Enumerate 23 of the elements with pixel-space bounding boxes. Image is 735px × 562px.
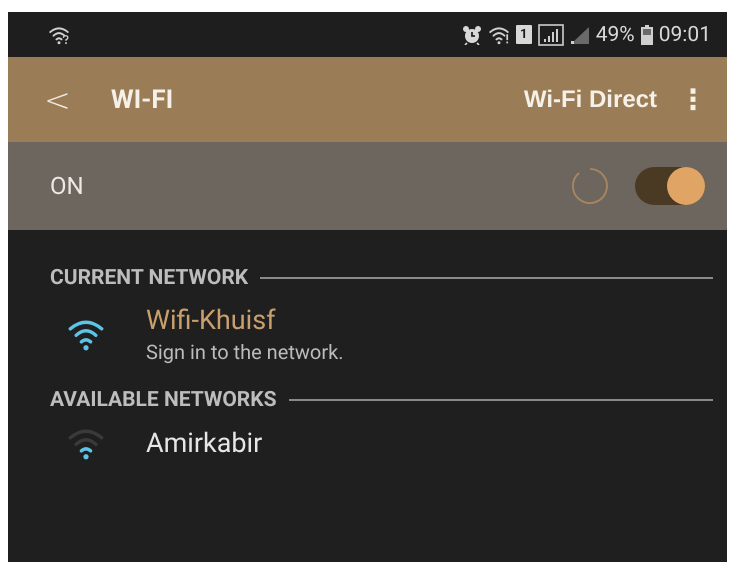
network-name: Amirkabir [146,427,262,459]
wifi-alert-icon [488,24,510,44]
back-button[interactable]: < [38,80,77,118]
network-item[interactable]: Amirkabir [50,416,713,480]
clock-time: 09:01 [658,22,711,46]
toggle-switch[interactable] [635,167,705,205]
menu-button[interactable]: ⋮ [675,83,711,116]
section-header: CURRENT NETWORK [50,266,248,290]
loading-spinner-icon [571,167,609,205]
signal-icon [538,24,564,46]
wifi-question-icon [48,24,70,44]
wifi-direct-button[interactable]: Wi-Fi Direct [518,82,663,118]
alarm-clock-icon [462,24,482,44]
sim-card-badge: 1 [516,25,532,44]
screen-title: WI-FI [110,84,174,114]
switch-label: ON [50,172,84,200]
battery-icon [640,24,653,44]
section-header: AVAILABLE NETWORKS [50,388,277,412]
network-status: Sign in to the network. [146,340,344,364]
network-item[interactable]: Wifi-Khuisf Sign in to the network. [50,294,713,384]
signal-icon [570,24,590,44]
network-name: Wifi-Khuisf [146,304,277,336]
battery-percentage: 49% [596,22,635,46]
